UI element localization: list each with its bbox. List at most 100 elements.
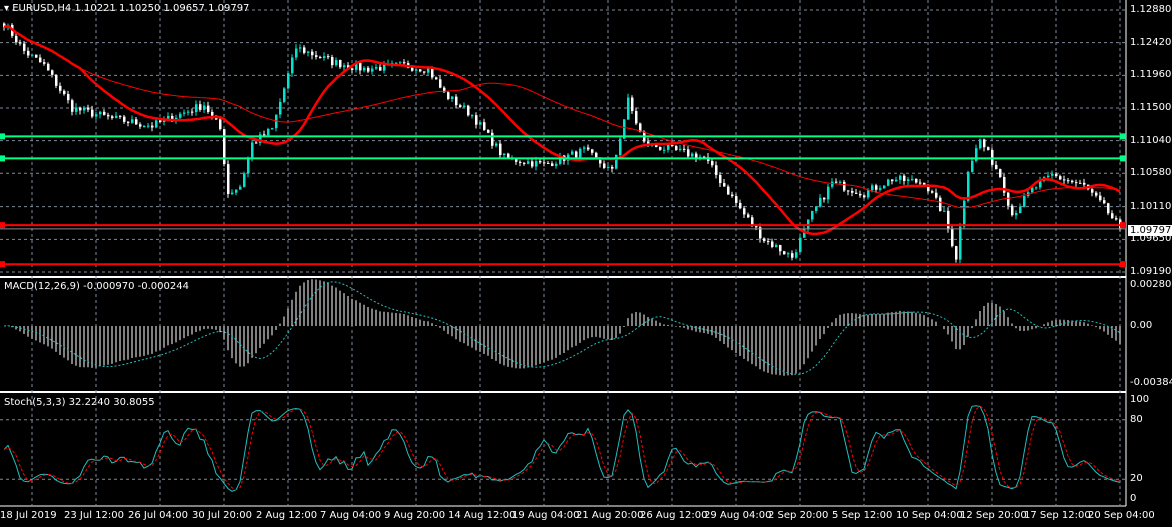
- price-axis-label: 1.10110: [1130, 200, 1172, 212]
- candle-body: [243, 173, 246, 187]
- line-handle: [0, 261, 5, 268]
- high-value: 1.10250: [118, 3, 161, 14]
- candle-body: [935, 192, 938, 198]
- candle-body: [715, 165, 718, 175]
- candle-body: [1047, 175, 1050, 178]
- candle-body: [779, 245, 782, 252]
- candle-body: [503, 153, 506, 156]
- candle-body: [711, 161, 714, 166]
- candle-body: [591, 149, 594, 153]
- candle-body: [1007, 192, 1010, 206]
- candle-body: [851, 190, 854, 193]
- candle-body: [467, 105, 470, 116]
- candle-body: [1107, 203, 1110, 214]
- candle-body: [883, 185, 886, 189]
- candle-body: [951, 228, 954, 247]
- time-axis-label: 20 Sep 04:00: [1088, 510, 1155, 521]
- candle-body: [167, 115, 170, 119]
- time-axis-label: 9 Aug 20:00: [384, 510, 446, 521]
- candle-body: [787, 253, 790, 255]
- candle-body: [891, 179, 894, 182]
- candle-body: [143, 126, 146, 128]
- candle-body: [1079, 182, 1082, 184]
- candle-body: [867, 190, 870, 198]
- candle-body: [919, 182, 922, 184]
- candle-body: [879, 188, 882, 190]
- candle-body: [155, 120, 158, 128]
- candle-body: [995, 164, 998, 170]
- candle-body: [199, 104, 202, 110]
- price-axis-label: 1.09190: [1130, 266, 1172, 277]
- candle-body: [575, 151, 578, 158]
- price-axis-label: 1.12880: [1130, 4, 1172, 15]
- candle-body: [127, 121, 130, 123]
- candle-body: [783, 251, 786, 255]
- candle-body: [687, 149, 690, 157]
- candle-body: [63, 90, 66, 95]
- price-axis-label: 1.11500: [1130, 101, 1172, 113]
- time-axis-label: 12 Sep 20:00: [960, 510, 1027, 521]
- candle-body: [611, 166, 614, 169]
- candle-body: [763, 238, 766, 242]
- candle-body: [1019, 206, 1022, 213]
- candle-body: [539, 161, 542, 163]
- candle-body: [727, 186, 730, 195]
- candle-body: [963, 200, 966, 227]
- candle-body: [1095, 192, 1098, 196]
- candle-body: [219, 119, 222, 130]
- candle-body: [71, 100, 74, 112]
- candle-body: [335, 59, 338, 66]
- candle-body: [903, 175, 906, 181]
- candle-body: [51, 70, 54, 75]
- candle-body: [123, 116, 126, 122]
- candle-body: [519, 161, 522, 163]
- candle-body: [1023, 195, 1026, 207]
- candle-body: [843, 181, 846, 191]
- candle-body: [95, 114, 98, 117]
- candle-body: [47, 63, 50, 71]
- candle-body: [435, 77, 438, 80]
- candle-body: [451, 96, 454, 100]
- macd-axis-label: 0.002805: [1130, 279, 1172, 290]
- price-chart[interactable]: [0, 0, 1172, 527]
- candle-body: [103, 111, 106, 115]
- candle-body: [375, 67, 378, 69]
- candle-body: [495, 143, 498, 146]
- candle-body: [691, 153, 694, 157]
- candle-body: [799, 237, 802, 253]
- candle-body: [35, 54, 38, 58]
- candle-body: [247, 157, 250, 174]
- dropdown-icon[interactable]: ▾: [4, 3, 9, 14]
- candle-body: [59, 85, 62, 91]
- candle-body: [487, 129, 490, 133]
- candle-body: [23, 43, 26, 51]
- candle-body: [939, 197, 942, 212]
- candle-body: [555, 163, 558, 166]
- candle-body: [615, 155, 618, 169]
- candle-body: [463, 105, 466, 108]
- candle-body: [499, 143, 502, 156]
- symbol-timeframe: EURUSD,H4: [12, 3, 72, 14]
- time-axis-label: 2 Aug 12:00: [256, 510, 318, 521]
- candle-body: [507, 153, 510, 158]
- candle-body: [1099, 195, 1102, 201]
- moving-average-fast: [3, 24, 1121, 236]
- candle-body: [663, 149, 666, 151]
- candle-body: [283, 88, 286, 102]
- candle-body: [403, 62, 406, 64]
- candle-body: [43, 62, 46, 64]
- macd-axis-label: -0.003845: [1130, 377, 1172, 388]
- candle-body: [475, 115, 478, 125]
- candle-body: [527, 161, 530, 164]
- candle-body: [327, 56, 330, 58]
- candle-body: [907, 179, 910, 181]
- time-axis-label: 10 Sep 04:00: [896, 510, 963, 521]
- current-price-tag: 1.09797: [1128, 225, 1172, 236]
- candle-body: [819, 197, 822, 207]
- candle-body: [207, 105, 210, 112]
- candle-body: [183, 112, 186, 114]
- candle-body: [671, 145, 674, 147]
- macd-axis-label: 0.00: [1130, 320, 1153, 331]
- candle-body: [19, 42, 22, 44]
- candle-body: [15, 35, 18, 43]
